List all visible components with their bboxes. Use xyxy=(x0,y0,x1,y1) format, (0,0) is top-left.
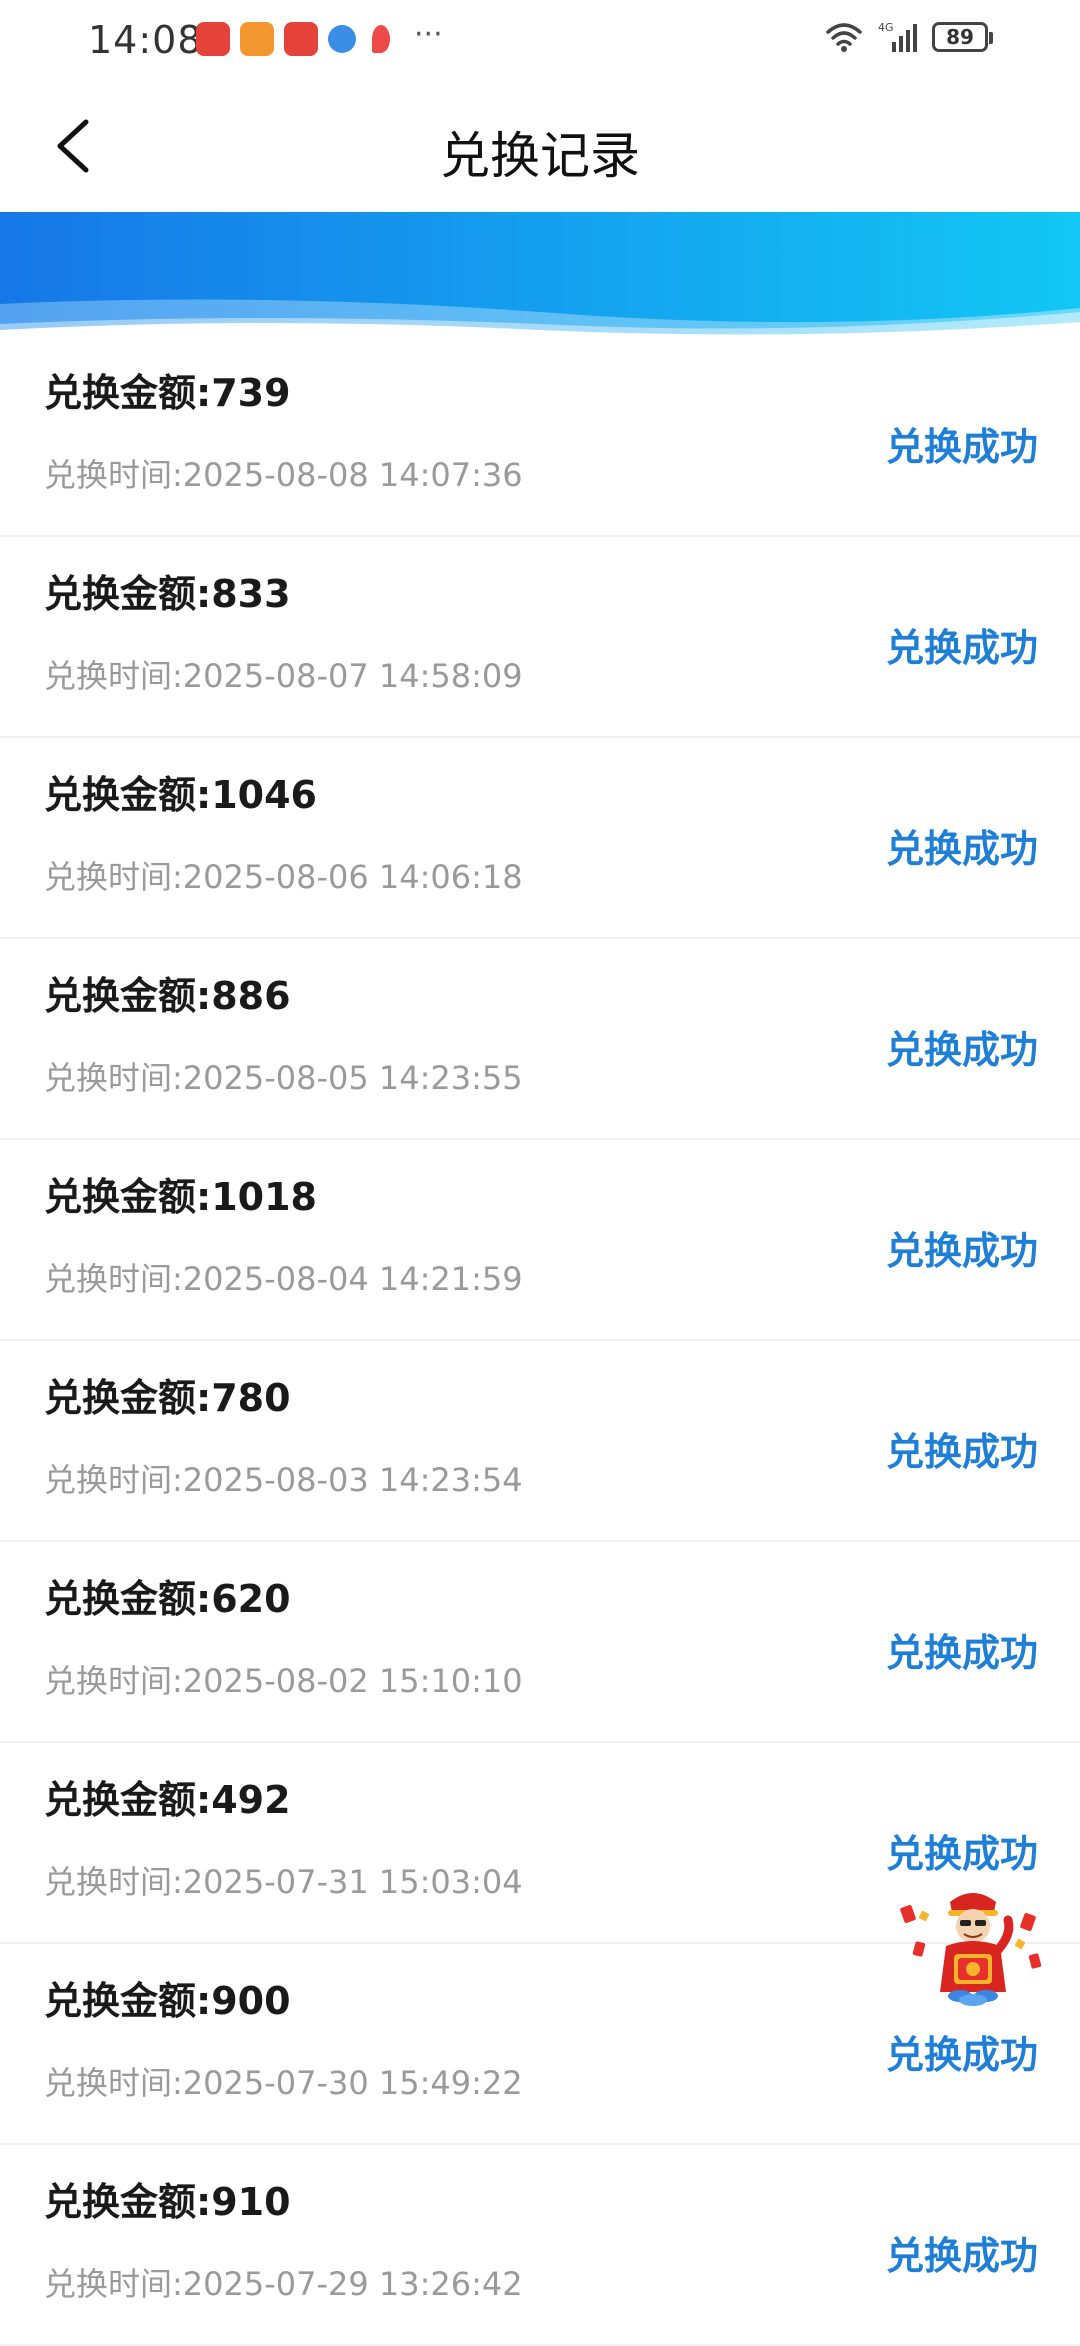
record-amount: 兑换金额:1018 xyxy=(44,1175,317,1219)
app-notification-icon xyxy=(372,25,390,53)
record-time: 兑换时间:2025-08-04 14:21:59 xyxy=(44,1260,523,1298)
record-time: 兑换时间:2025-08-08 14:07:36 xyxy=(44,456,523,494)
navigation-header: 兑换记录 xyxy=(0,82,1080,212)
status-indicators: 4G 89 xyxy=(824,20,993,54)
record-time: 兑换时间:2025-08-05 14:23:55 xyxy=(44,1059,523,1097)
network-type: 4G xyxy=(878,21,894,34)
record-status: 兑换成功 xyxy=(885,2234,1038,2278)
record-amount: 兑换金额:886 xyxy=(44,974,291,1018)
record-amount: 兑换金额:739 xyxy=(44,371,291,415)
app-notification-icon xyxy=(284,22,318,56)
record-amount: 兑换金额:900 xyxy=(44,1979,291,2023)
record-status: 兑换成功 xyxy=(885,1229,1038,1273)
record-status: 兑换成功 xyxy=(885,626,1038,670)
record-time: 兑换时间:2025-08-02 15:10:10 xyxy=(44,1662,523,1700)
record-status: 兑换成功 xyxy=(885,1028,1038,1072)
record-time: 兑换时间:2025-07-29 13:26:42 xyxy=(44,2265,523,2303)
record-row[interactable]: 兑换金额:780 兑换时间:2025-08-03 14:23:54 兑换成功 xyxy=(0,1341,1080,1542)
more-notifications-icon: ··· xyxy=(414,16,443,52)
app-notification-icon xyxy=(196,22,230,56)
record-amount: 兑换金额:833 xyxy=(44,572,291,616)
record-status: 兑换成功 xyxy=(885,2033,1038,2077)
record-amount: 兑换金额:910 xyxy=(44,2180,291,2224)
record-row[interactable]: 兑换金额:739 兑换时间:2025-08-08 14:07:36 兑换成功 xyxy=(0,336,1080,537)
wifi-icon xyxy=(826,23,862,52)
record-amount: 兑换金额:492 xyxy=(44,1778,291,1822)
record-status: 兑换成功 xyxy=(885,1832,1038,1876)
record-amount: 兑换金额:780 xyxy=(44,1376,291,1420)
record-status: 兑换成功 xyxy=(885,1430,1038,1474)
record-row[interactable]: 兑换金额:620 兑换时间:2025-08-02 15:10:10 兑换成功 xyxy=(0,1542,1080,1743)
record-row[interactable]: 兑换金额:910 兑换时间:2025-07-29 13:26:42 兑换成功 xyxy=(0,2145,1080,2346)
record-time: 兑换时间:2025-08-03 14:23:54 xyxy=(44,1461,523,1499)
record-row[interactable]: 兑换金额:886 兑换时间:2025-08-05 14:23:55 兑换成功 xyxy=(0,939,1080,1140)
record-row[interactable]: 兑换金额:1018 兑换时间:2025-08-04 14:21:59 兑换成功 xyxy=(0,1140,1080,1341)
header-banner xyxy=(0,212,1080,342)
browser-notification-icon xyxy=(328,25,356,53)
record-row[interactable]: 兑换金额:1046 兑换时间:2025-08-06 14:06:18 兑换成功 xyxy=(0,738,1080,939)
page-title: 兑换记录 xyxy=(440,127,640,185)
record-status: 兑换成功 xyxy=(885,425,1038,469)
status-bar: 14:08 ··· 4G 89 xyxy=(0,0,1080,82)
exchange-record-list: 兑换金额:739 兑换时间:2025-08-08 14:07:36 兑换成功 兑… xyxy=(0,336,1080,2346)
battery-indicator: 89 xyxy=(932,22,993,52)
notification-icons: ··· xyxy=(196,17,443,56)
record-status: 兑换成功 xyxy=(885,1631,1038,1675)
lucky-draw-mascot-icon[interactable] xyxy=(898,1884,1048,2009)
record-time: 兑换时间:2025-08-06 14:06:18 xyxy=(44,858,523,896)
record-time: 兑换时间:2025-07-30 15:49:22 xyxy=(44,2064,523,2102)
record-amount: 兑换金额:620 xyxy=(44,1577,291,1621)
record-time: 兑换时间:2025-08-07 14:58:09 xyxy=(44,657,523,695)
status-time: 14:08 xyxy=(88,18,203,62)
record-row[interactable]: 兑换金额:833 兑换时间:2025-08-07 14:58:09 兑换成功 xyxy=(0,537,1080,738)
record-time: 兑换时间:2025-07-31 15:03:04 xyxy=(44,1863,523,1901)
record-amount: 兑换金额:1046 xyxy=(44,773,317,817)
cellular-signal-icon: 4G xyxy=(878,21,917,52)
app-notification-icon xyxy=(240,22,274,56)
record-status: 兑换成功 xyxy=(885,827,1038,871)
